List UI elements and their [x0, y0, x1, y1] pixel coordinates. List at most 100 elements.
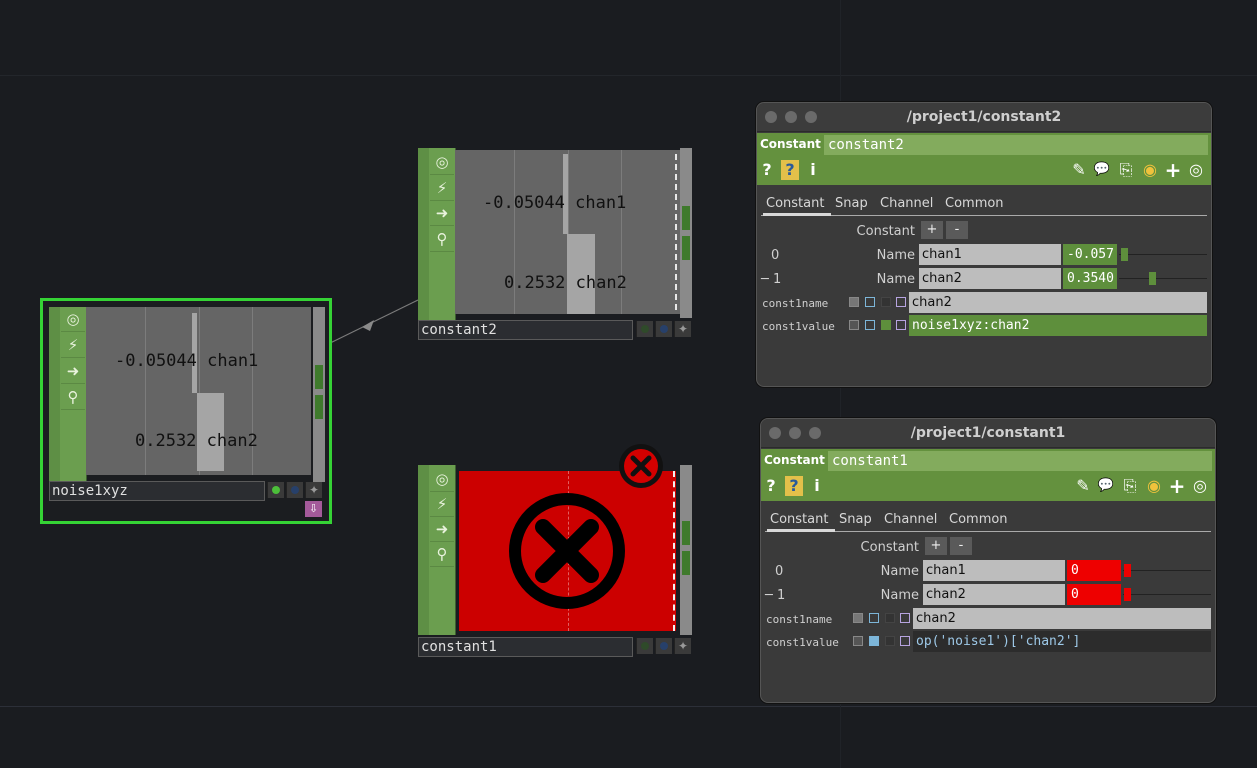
tab-snap[interactable]: Snap [835, 195, 868, 213]
const1value-field[interactable]: noise1xyz:chan2 [909, 315, 1207, 336]
chan1-slider-track[interactable] [1123, 570, 1211, 571]
mode-toggle[interactable] [849, 297, 859, 307]
help-icon[interactable]: ? [760, 160, 774, 180]
expression-toggle[interactable] [869, 613, 879, 623]
info-icon[interactable]: i [807, 160, 819, 180]
export-toggle[interactable] [885, 613, 895, 623]
help-icon[interactable]: ? [764, 476, 778, 496]
op-name-field[interactable]: constant2 [824, 135, 1208, 155]
window-titlebar[interactable]: /project1/constant2 [757, 103, 1211, 132]
copy-icon[interactable]: ⎘ [1120, 476, 1140, 496]
expression-toggle[interactable] [865, 297, 875, 307]
mode-toggle[interactable] [853, 636, 863, 646]
comment-icon[interactable]: 💬 [1095, 476, 1117, 496]
add-icon[interactable]: + [1163, 160, 1183, 180]
tab-snap[interactable]: Snap [839, 511, 872, 529]
const1name-field[interactable]: chan2 [913, 608, 1211, 629]
edit-icon[interactable]: ✎ [1073, 476, 1093, 496]
chan2-value-field[interactable]: 0 [1067, 584, 1121, 605]
remove-block-button[interactable]: - [946, 221, 968, 239]
add-block-button[interactable]: + [921, 221, 943, 239]
bind-toggle[interactable] [896, 297, 906, 307]
viewer-icon[interactable]: ◎ [430, 150, 454, 175]
viewer-icon[interactable]: ◎ [430, 467, 454, 492]
chan2-slider-handle[interactable] [1149, 272, 1156, 285]
node-viewer[interactable]: -0.05044 chan1 0.2532 chan2 [455, 150, 680, 314]
tab-common[interactable]: Common [949, 511, 1008, 529]
display-flag[interactable] [636, 638, 653, 654]
node-viewer[interactable]: -0.05044 chan1 0.2532 chan2 [86, 307, 311, 475]
parameter-window-constant1[interactable]: /project1/constant1 Constant constant1 ?… [760, 418, 1216, 703]
chan2-name-field[interactable]: chan2 [923, 584, 1065, 605]
chan2-slider-track[interactable] [1119, 278, 1207, 279]
viewer-icon[interactable]: ◎ [61, 307, 85, 332]
display-flag[interactable] [636, 321, 653, 337]
pin-flag[interactable]: ✦ [674, 321, 691, 337]
constant2-node[interactable]: ◎ ⚡ ➜ ⚲ -0.05044 chan1 0.2532 chan2 cons… [418, 148, 694, 340]
tab-constant[interactable]: Constant [770, 511, 828, 529]
target-icon[interactable]: ◎ [1190, 476, 1210, 496]
target-icon[interactable]: ◎ [1186, 160, 1206, 180]
expression-toggle[interactable] [869, 636, 879, 646]
chan1-name-field[interactable]: chan1 [919, 244, 1061, 265]
display-flag[interactable] [267, 482, 284, 498]
chan2-value-field[interactable]: 0.3540 [1063, 268, 1117, 289]
bind-toggle[interactable] [900, 613, 910, 623]
node-name-bar[interactable]: constant2 [418, 320, 633, 340]
expression-toggle[interactable] [865, 320, 875, 330]
export-toggle[interactable] [881, 297, 891, 307]
chan1-value-field[interactable]: 0 [1067, 560, 1121, 581]
tab-constant[interactable]: Constant [766, 195, 824, 213]
comment-icon[interactable]: 💬 [1091, 160, 1113, 180]
pin-flag[interactable]: ✦ [674, 638, 691, 654]
bypass-icon[interactable]: ⚲ [430, 227, 454, 252]
cook-icon[interactable]: ⚡ [430, 176, 454, 201]
tab-channel[interactable]: Channel [884, 511, 937, 529]
export-toggle[interactable] [885, 636, 895, 646]
chan1-value-field[interactable]: -0.057 [1063, 244, 1117, 265]
node-name-bar[interactable]: noise1xyz [49, 481, 265, 501]
mode-toggle[interactable] [853, 613, 863, 623]
const1name-field[interactable]: chan2 [909, 292, 1207, 313]
cook-icon[interactable]: ⚡ [430, 492, 454, 517]
export-icon[interactable]: ➜ [430, 517, 454, 542]
python-help-icon[interactable]: ? [785, 476, 803, 496]
bypass-icon[interactable]: ⚲ [430, 542, 454, 567]
python-help-icon[interactable]: ? [781, 160, 799, 180]
bind-toggle[interactable] [896, 320, 906, 330]
parameter-window-constant2[interactable]: /project1/constant2 Constant constant2 ?… [756, 102, 1212, 387]
render-flag[interactable] [655, 321, 672, 337]
node-name-bar[interactable]: constant1 [418, 637, 633, 657]
chan1-slider-handle[interactable] [1121, 248, 1128, 261]
edit-icon[interactable]: ✎ [1069, 160, 1089, 180]
export-icon[interactable]: ➜ [61, 359, 85, 384]
python-icon[interactable]: ◉ [1144, 476, 1164, 496]
add-block-button[interactable]: + [925, 537, 947, 555]
chan2-slider-handle[interactable] [1124, 588, 1131, 601]
chan2-slider-track[interactable] [1123, 594, 1211, 595]
cook-icon[interactable]: ⚡ [61, 333, 85, 358]
tab-common[interactable]: Common [945, 195, 1004, 213]
bypass-icon[interactable]: ⚲ [61, 385, 85, 410]
info-icon[interactable]: i [811, 476, 823, 496]
render-flag[interactable] [286, 482, 303, 498]
constant1-node[interactable]: ◎ ⚡ ➜ ⚲ constant1 ✦ [418, 444, 694, 657]
tab-channel[interactable]: Channel [880, 195, 933, 213]
copy-icon[interactable]: ⎘ [1116, 160, 1136, 180]
mode-toggle[interactable] [849, 320, 859, 330]
window-titlebar[interactable]: /project1/constant1 [761, 419, 1215, 448]
export-icon[interactable]: ➜ [430, 201, 454, 226]
error-badge-icon[interactable] [618, 443, 664, 489]
add-icon[interactable]: + [1167, 476, 1187, 496]
chan1-name-field[interactable]: chan1 [923, 560, 1065, 581]
chan2-name-field[interactable]: chan2 [919, 268, 1061, 289]
chan1-slider-track[interactable] [1119, 254, 1207, 255]
error-viewer[interactable] [459, 471, 676, 631]
op-name-field[interactable]: constant1 [828, 451, 1212, 471]
pin-flag[interactable]: ✦ [305, 482, 322, 498]
python-icon[interactable]: ◉ [1140, 160, 1160, 180]
bind-toggle[interactable] [900, 636, 910, 646]
export-toggle[interactable] [881, 320, 891, 330]
chan1-slider-handle[interactable] [1124, 564, 1131, 577]
const1value-field[interactable]: op('noise1')['chan2'] [913, 631, 1211, 652]
